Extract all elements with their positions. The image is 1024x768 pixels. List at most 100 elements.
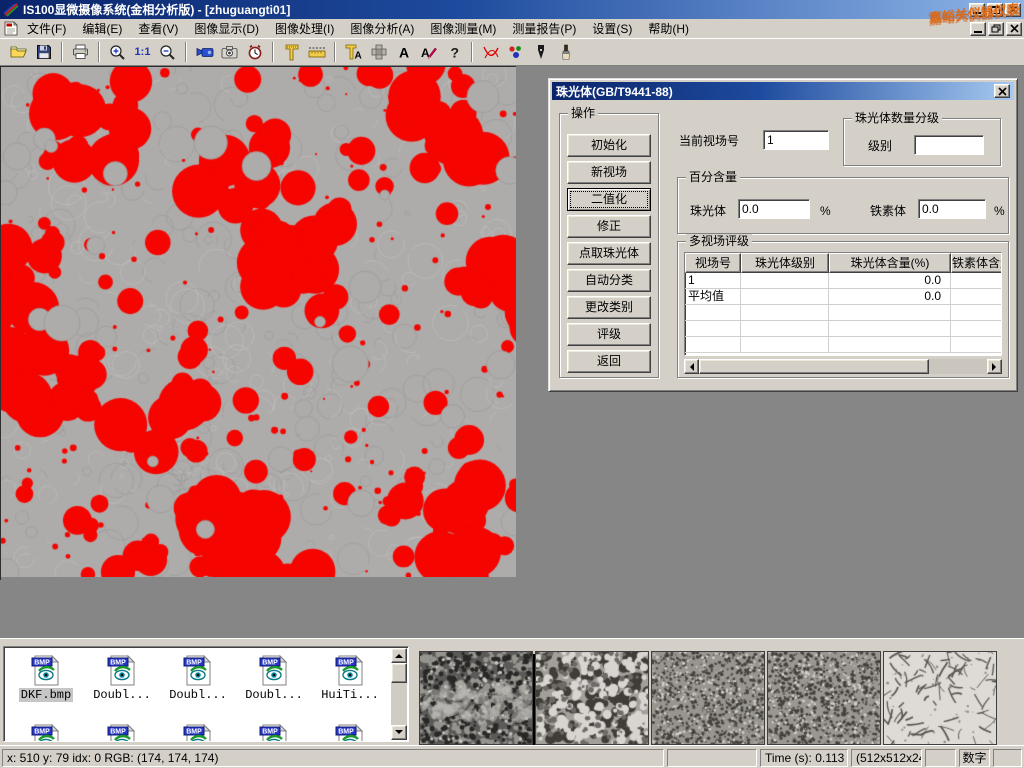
help-icon[interactable]: ? bbox=[441, 40, 466, 64]
table-horizontal-scrollbar[interactable] bbox=[684, 359, 1002, 374]
toolbar-separator bbox=[185, 42, 187, 62]
dialog-close-button[interactable] bbox=[994, 84, 1010, 98]
ruler-icon[interactable] bbox=[304, 40, 329, 64]
scroll-left-button[interactable] bbox=[684, 359, 699, 374]
scroll-right-icon bbox=[992, 363, 1000, 371]
bmp-file-icon bbox=[259, 723, 289, 742]
file-item[interactable]: DKF.bmp bbox=[8, 654, 84, 702]
edit-annotate-icon[interactable]: A bbox=[416, 40, 441, 64]
scrollbar-thumb[interactable] bbox=[699, 359, 929, 374]
svg-text:A: A bbox=[399, 45, 409, 61]
binarize-button[interactable]: 二值化 bbox=[567, 188, 651, 211]
svg-text:?: ? bbox=[450, 45, 459, 61]
menu-item-image-analysis[interactable]: 图像分析(A) bbox=[342, 18, 422, 39]
current-view-input[interactable] bbox=[763, 130, 829, 150]
menu-item-help[interactable]: 帮助(H) bbox=[640, 18, 697, 39]
close-button[interactable] bbox=[1005, 3, 1021, 17]
pearlite-percent-input[interactable] bbox=[738, 199, 810, 219]
menu-item-edit[interactable]: 编辑(E) bbox=[74, 18, 130, 39]
thumbnail-1[interactable] bbox=[419, 651, 533, 745]
measure-text-icon[interactable]: A bbox=[341, 40, 366, 64]
rate-button[interactable]: 评级 bbox=[567, 323, 651, 346]
text-annotate-icon[interactable]: A bbox=[391, 40, 416, 64]
file-item[interactable]: HuiTi... bbox=[312, 654, 388, 702]
file-item[interactable] bbox=[84, 723, 160, 742]
bottom-panel: DKF.bmp Doubl... Doubl... Doubl... HuiTi… bbox=[0, 638, 1024, 745]
status-position: x: 510 y: 79 idx: 0 RGB: (174, 174, 174) bbox=[2, 749, 664, 767]
file-item[interactable] bbox=[236, 723, 312, 742]
grid-stamp-icon[interactable] bbox=[366, 40, 391, 64]
brush-tool-icon[interactable] bbox=[553, 40, 578, 64]
capture-camera-icon[interactable] bbox=[217, 40, 242, 64]
menu-item-view[interactable]: 查看(V) bbox=[130, 18, 186, 39]
dialog-title: 珠光体(GB/T9441-88) bbox=[556, 83, 673, 100]
mdi-minimize-button[interactable] bbox=[970, 22, 986, 36]
video-camera-icon[interactable] bbox=[192, 40, 217, 64]
multi-view-group: 多视场评级 视场号 珠光体级别 珠光体含量(%) 铁素体含量(%) 1 0.0 … bbox=[677, 241, 1009, 378]
mdi-restore-icon bbox=[991, 24, 1001, 33]
mdi-close-button[interactable] bbox=[1006, 22, 1022, 36]
toolbar: 1:1 A A A ? bbox=[0, 38, 1024, 66]
count-markers-icon[interactable] bbox=[503, 40, 528, 64]
file-item[interactable]: Doubl... bbox=[236, 654, 312, 702]
ferrite-percent-input[interactable] bbox=[918, 199, 986, 219]
open-file-icon[interactable] bbox=[6, 40, 31, 64]
maximize-button[interactable] bbox=[987, 3, 1003, 17]
header-cell: 视场号 bbox=[685, 253, 741, 273]
auto-classify-button[interactable]: 自动分类 bbox=[567, 269, 651, 292]
zoom-out-icon[interactable] bbox=[155, 40, 180, 64]
toolbar-separator bbox=[272, 42, 274, 62]
scrollbar-thumb[interactable] bbox=[391, 663, 407, 683]
table-row[interactable]: 1 0.0 bbox=[685, 273, 1001, 289]
menu-item-image-display[interactable]: 图像显示(D) bbox=[186, 18, 267, 39]
document-icon bbox=[3, 21, 19, 36]
mdi-restore-button[interactable] bbox=[988, 22, 1004, 36]
file-item[interactable]: Doubl... bbox=[84, 654, 160, 702]
menu-item-image-process[interactable]: 图像处理(I) bbox=[267, 18, 342, 39]
pick-pearlite-button[interactable]: 点取珠光体 bbox=[567, 242, 651, 265]
cell-pearlite: 0.0 bbox=[829, 289, 951, 305]
print-icon[interactable] bbox=[68, 40, 93, 64]
file-name-label: Doubl... bbox=[91, 688, 153, 702]
app-window: { "window": { "title": "IS100显微摄像系统(金相分析… bbox=[0, 0, 1024, 768]
correct-button[interactable]: 修正 bbox=[567, 215, 651, 238]
menu-item-measure-report[interactable]: 测量报告(P) bbox=[504, 18, 584, 39]
table-row[interactable] bbox=[685, 321, 1001, 337]
thumbnail-5[interactable] bbox=[883, 651, 997, 745]
timer-clock-icon[interactable] bbox=[242, 40, 267, 64]
file-item[interactable] bbox=[8, 723, 84, 742]
zoom-in-icon[interactable] bbox=[105, 40, 130, 64]
thumbnail-2[interactable] bbox=[535, 651, 649, 745]
title-bar: IS100显微摄像系统(金相分析版) - [zhuguangti01] bbox=[0, 0, 1024, 19]
scroll-down-button[interactable] bbox=[391, 725, 407, 740]
change-class-button[interactable]: 更改类别 bbox=[567, 296, 651, 319]
actual-size-icon[interactable]: 1:1 bbox=[130, 40, 155, 64]
menu-item-file[interactable]: 文件(F) bbox=[19, 18, 74, 39]
metallographic-image[interactable] bbox=[1, 67, 516, 577]
cell-ferrite bbox=[951, 289, 1002, 305]
save-icon[interactable] bbox=[31, 40, 56, 64]
new-field-button[interactable]: 新视场 bbox=[567, 161, 651, 184]
menu-item-image-measure[interactable]: 图像测量(M) bbox=[422, 18, 504, 39]
menu-item-settings[interactable]: 设置(S) bbox=[584, 18, 640, 39]
table-row[interactable] bbox=[685, 337, 1001, 353]
table-row[interactable]: 平均值 0.0 bbox=[685, 289, 1001, 305]
thumbnail-3[interactable] bbox=[651, 651, 765, 745]
thumbnail-4[interactable] bbox=[767, 651, 881, 745]
status-bar: x: 510 y: 79 idx: 0 RGB: (174, 174, 174)… bbox=[0, 745, 1024, 768]
file-item[interactable] bbox=[160, 723, 236, 742]
dialog-title-bar[interactable]: 珠光体(GB/T9441-88) bbox=[552, 82, 1014, 100]
grade-input[interactable] bbox=[914, 135, 984, 155]
scroll-right-button[interactable] bbox=[987, 359, 1002, 374]
file-item[interactable]: Doubl... bbox=[160, 654, 236, 702]
minimize-button[interactable] bbox=[969, 3, 985, 17]
return-button[interactable]: 返回 bbox=[567, 350, 651, 373]
curve-tool-icon[interactable] bbox=[478, 40, 503, 64]
table-row[interactable] bbox=[685, 305, 1001, 321]
file-item[interactable] bbox=[312, 723, 388, 742]
file-list-scrollbar[interactable] bbox=[391, 648, 407, 740]
caliper-icon[interactable] bbox=[279, 40, 304, 64]
init-button[interactable]: 初始化 bbox=[567, 134, 651, 157]
pen-tool-icon[interactable] bbox=[528, 40, 553, 64]
scroll-up-button[interactable] bbox=[391, 648, 407, 663]
